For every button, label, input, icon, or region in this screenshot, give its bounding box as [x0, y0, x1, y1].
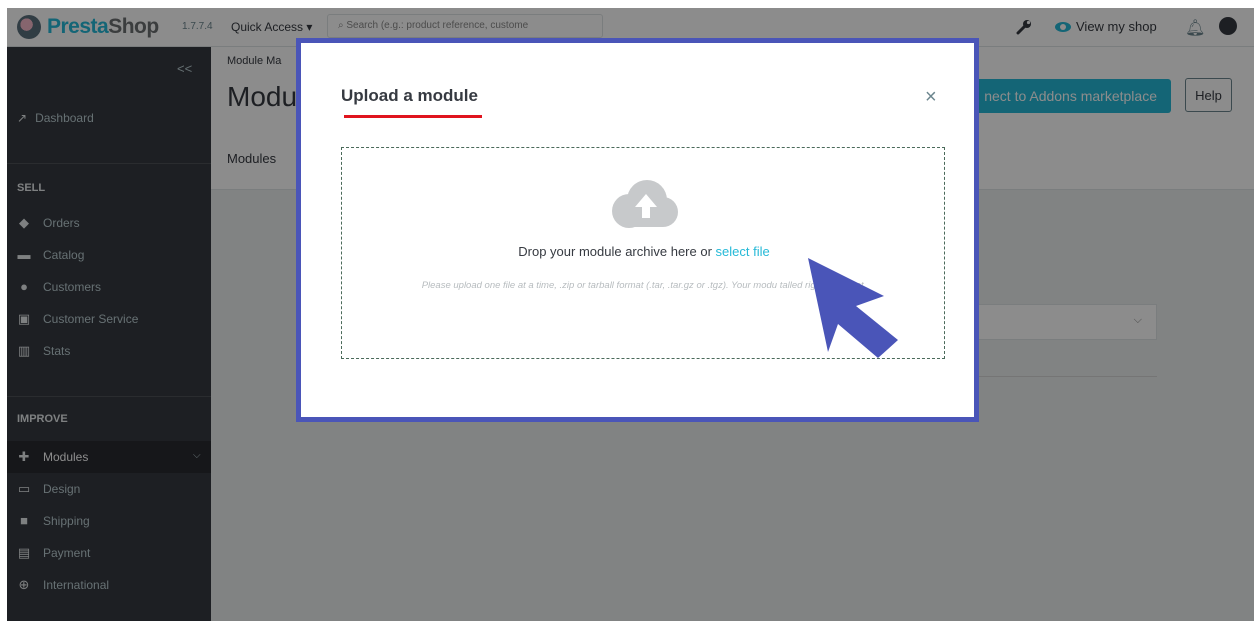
pointer-arrow-annotation: [808, 258, 898, 358]
app-frame: PrestaShop 1.7.7.4 Quick Access ▾ ⌕ Sear…: [7, 8, 1254, 621]
select-file-link[interactable]: select file: [716, 244, 770, 259]
drop-text: Drop your module archive here or: [518, 244, 716, 259]
upload-module-modal: Upload a module × Drop your module archi…: [296, 38, 979, 422]
cloud-upload-icon: [612, 180, 678, 228]
title-underline-annotation: [344, 115, 482, 118]
close-icon[interactable]: ×: [925, 87, 937, 107]
file-drop-zone[interactable]: Drop your module archive here or select …: [341, 147, 945, 359]
modal-title: Upload a module: [341, 86, 478, 105]
